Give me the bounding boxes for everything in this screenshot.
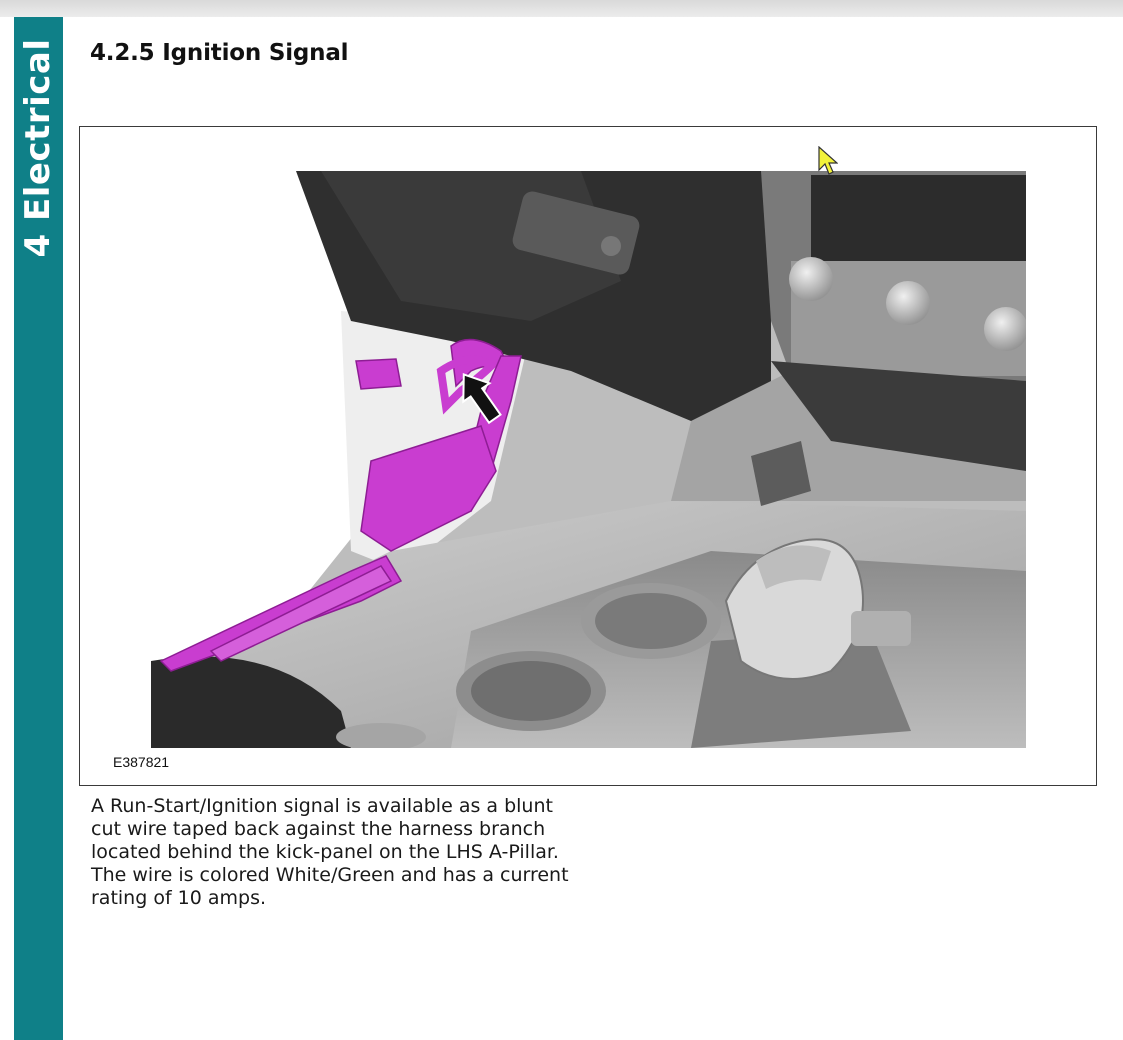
body-line: The wire is colored White/Green and has …: [91, 864, 569, 886]
vehicle-interior-illustration: [151, 171, 1026, 748]
section-title: 4.2.5 Ignition Signal: [90, 40, 349, 66]
body-line: located behind the kick-panel on the LHS…: [91, 841, 559, 863]
body-paragraph: A Run-Start/Ignition signal is available…: [91, 795, 591, 910]
chapter-label: 4 Electrical: [18, 38, 58, 258]
body-line: A Run-Start/Ignition signal is available…: [91, 795, 553, 817]
body-line: rating of 10 amps.: [91, 887, 267, 909]
figure-frame: E387821: [79, 126, 1097, 786]
viewer-top-strip: [0, 0, 1123, 17]
arrow-pointer-icon: [818, 146, 838, 175]
chapter-tab: 4 Electrical: [14, 17, 63, 279]
figure-reference-code: E387821: [113, 754, 170, 770]
body-line: cut wire taped back against the harness …: [91, 818, 546, 840]
